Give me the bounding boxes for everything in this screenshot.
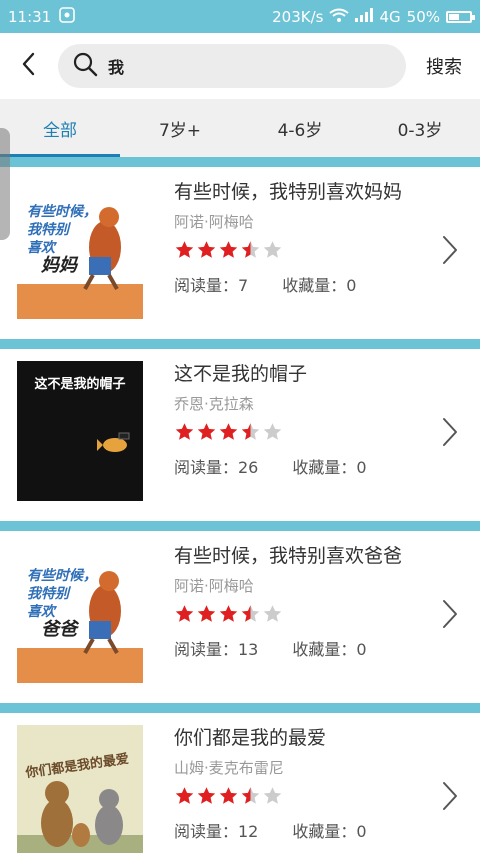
tab-3[interactable]: 0-3岁 bbox=[360, 99, 480, 157]
star-filled-icon bbox=[197, 423, 216, 440]
clock: 11:31 bbox=[8, 7, 52, 26]
star-filled-icon bbox=[197, 605, 216, 622]
book-card[interactable]: 有些时候， 我特别 喜欢 妈妈 有些时候，我特别喜欢妈妈阿诺·阿梅哈 阅读量：7 收藏量：0 bbox=[0, 167, 480, 339]
back-button[interactable] bbox=[10, 46, 46, 86]
tab-2[interactable]: 4-6岁 bbox=[240, 99, 360, 157]
cover-title-text: 这不是我的帽子 bbox=[17, 373, 143, 392]
screenshot-icon bbox=[59, 6, 76, 27]
star-half-icon bbox=[241, 605, 260, 622]
book-title: 有些时候，我特别喜欢妈妈 bbox=[174, 181, 403, 203]
book-stats: 阅读量：12 收藏量：0 bbox=[174, 818, 414, 842]
battery-percent: 50% bbox=[406, 7, 440, 26]
star-empty-icon bbox=[263, 241, 282, 258]
cover-title-line: 我特别 bbox=[27, 222, 69, 238]
book-cover-image[interactable]: 这不是我的帽子 bbox=[17, 361, 143, 501]
chevron-right-icon[interactable] bbox=[442, 235, 458, 269]
star-filled-icon bbox=[175, 605, 194, 622]
book-author: 阿诺·阿梅哈 bbox=[174, 213, 254, 231]
search-input[interactable]: 我 bbox=[58, 44, 406, 88]
side-drawer-handle[interactable] bbox=[0, 128, 10, 240]
book-info: 这不是我的帽子乔恩·克拉森 阅读量：26 收藏量：0 bbox=[174, 361, 414, 478]
star-filled-icon bbox=[175, 787, 194, 804]
book-card[interactable]: 你们都是我的最爱 你们都是我的最爱 山姆·麦克布雷尼 阅读量：12 收藏量：0 bbox=[0, 713, 480, 853]
star-half-icon bbox=[241, 423, 260, 440]
favorite-count: 收藏量：0 bbox=[292, 822, 367, 841]
book-title: 有些时候，我特别喜欢爸爸 bbox=[174, 545, 403, 567]
cover-title-text: 有些时候， 我特别 喜欢 爸爸 bbox=[27, 567, 97, 639]
star-filled-icon bbox=[197, 787, 216, 804]
rating-stars bbox=[174, 604, 414, 624]
rating-stars bbox=[174, 240, 414, 260]
star-half-icon bbox=[241, 787, 260, 804]
book-stats: 阅读量：13 收藏量：0 bbox=[174, 636, 414, 660]
rating-stars bbox=[174, 786, 414, 806]
cover-title-line: 我特别 bbox=[27, 586, 69, 602]
cover-title-line: 有些时候， bbox=[27, 568, 97, 584]
read-count: 阅读量：12 bbox=[174, 822, 259, 841]
book-card[interactable]: 有些时候， 我特别 喜欢 爸爸 有些时候，我特别喜欢爸爸阿诺·阿梅哈 阅读量：13 收藏量：… bbox=[0, 531, 480, 703]
chevron-left-icon bbox=[21, 52, 35, 80]
cover-title-line: 爸爸 bbox=[41, 619, 77, 640]
chevron-right-icon[interactable] bbox=[442, 599, 458, 633]
wifi-icon bbox=[329, 8, 350, 26]
chevron-right-icon[interactable] bbox=[442, 781, 458, 815]
tab-1[interactable]: 7岁+ bbox=[120, 99, 240, 157]
favorite-count: 收藏量：0 bbox=[282, 276, 357, 295]
search-bar: 我 搜索 bbox=[0, 33, 480, 99]
star-filled-icon bbox=[219, 787, 238, 804]
favorite-count: 收藏量：0 bbox=[292, 640, 367, 659]
network-speed: 203K/s bbox=[272, 7, 324, 26]
book-cover-image[interactable]: 有些时候， 我特别 喜欢 爸爸 bbox=[17, 543, 143, 683]
read-count: 阅读量：13 bbox=[174, 640, 259, 659]
read-count: 阅读量：7 bbox=[174, 276, 249, 295]
star-half-icon bbox=[241, 241, 260, 258]
read-count: 阅读量：26 bbox=[174, 458, 259, 477]
book-info: 有些时候，我特别喜欢妈妈阿诺·阿梅哈 阅读量：7 收藏量：0 bbox=[174, 179, 414, 296]
cover-title-text: 有些时候， 我特别 喜欢 妈妈 bbox=[27, 203, 97, 275]
tab-0[interactable]: 全部 bbox=[0, 99, 120, 157]
cover-title-line: 这不是我的帽子 bbox=[34, 377, 126, 392]
book-card[interactable]: 这不是我的帽子 这不是我的帽子 乔恩·克拉森 阅读量：26 收藏量：0 bbox=[0, 349, 480, 521]
book-cover-image[interactable]: 你们都是我的最爱 bbox=[17, 725, 143, 853]
cover-illustration bbox=[17, 781, 143, 853]
book-author: 乔恩·克拉森 bbox=[174, 395, 254, 413]
age-filter-tabs: 全部 7岁+ 4-6岁 0-3岁 bbox=[0, 99, 480, 157]
search-button[interactable]: 搜索 bbox=[420, 53, 468, 79]
star-filled-icon bbox=[219, 605, 238, 622]
star-empty-icon bbox=[263, 423, 282, 440]
book-list: 有些时候， 我特别 喜欢 妈妈 有些时候，我特别喜欢妈妈阿诺·阿梅哈 阅读量：7 收藏量：0… bbox=[0, 157, 480, 853]
book-info: 你们都是我的最爱山姆·麦克布雷尼 阅读量：12 收藏量：0 bbox=[174, 725, 414, 842]
battery-icon bbox=[446, 10, 475, 23]
status-bar: 11:31 203K/s 4G 50% bbox=[0, 0, 480, 33]
book-title: 这不是我的帽子 bbox=[174, 363, 308, 385]
book-cover-image[interactable]: 有些时候， 我特别 喜欢 妈妈 bbox=[17, 179, 143, 319]
star-filled-icon bbox=[175, 423, 194, 440]
star-filled-icon bbox=[175, 241, 194, 258]
network-type: 4G bbox=[379, 7, 401, 26]
book-stats: 阅读量：7 收藏量：0 bbox=[174, 272, 414, 296]
book-info: 有些时候，我特别喜欢爸爸阿诺·阿梅哈 阅读量：13 收藏量：0 bbox=[174, 543, 414, 660]
rating-stars bbox=[174, 422, 414, 442]
star-filled-icon bbox=[219, 241, 238, 258]
star-empty-icon bbox=[263, 787, 282, 804]
star-filled-icon bbox=[219, 423, 238, 440]
search-query-text: 我 bbox=[108, 58, 125, 77]
star-empty-icon bbox=[263, 605, 282, 622]
search-icon bbox=[72, 51, 98, 81]
star-filled-icon bbox=[197, 241, 216, 258]
book-title: 你们都是我的最爱 bbox=[174, 727, 327, 749]
book-stats: 阅读量：26 收藏量：0 bbox=[174, 454, 414, 478]
signal-icon bbox=[355, 7, 374, 26]
cover-title-line: 有些时候， bbox=[27, 204, 97, 220]
favorite-count: 收藏量：0 bbox=[292, 458, 367, 477]
book-author: 阿诺·阿梅哈 bbox=[174, 577, 254, 595]
book-author: 山姆·麦克布雷尼 bbox=[174, 759, 284, 777]
chevron-right-icon[interactable] bbox=[442, 417, 458, 451]
cover-title-line: 妈妈 bbox=[41, 255, 77, 276]
